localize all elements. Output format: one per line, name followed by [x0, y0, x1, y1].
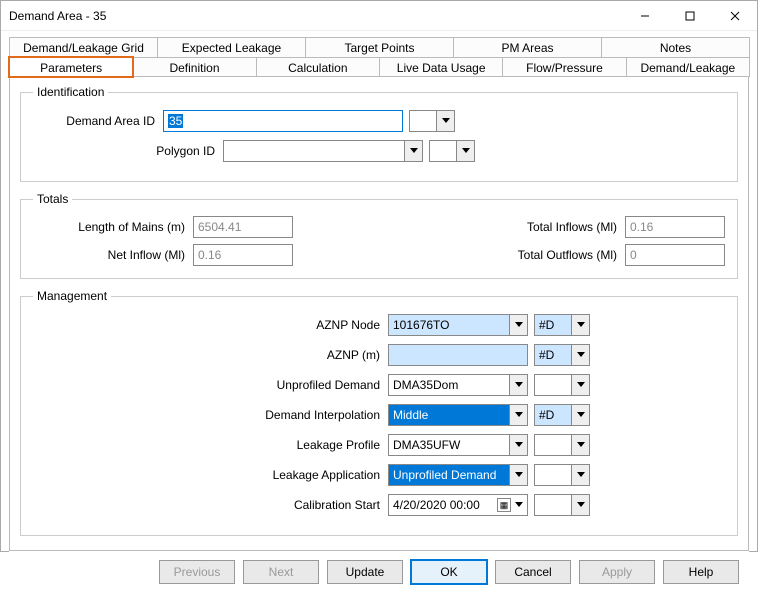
titlebar: Demand Area - 35: [1, 1, 757, 31]
length-mains-label: Length of Mains (m): [33, 220, 193, 234]
tab-expected-leakage[interactable]: Expected Leakage: [157, 37, 306, 57]
tabs-row-2: Parameters Definition Calculation Live D…: [9, 57, 749, 77]
maximize-button[interactable]: [667, 1, 712, 30]
chevron-down-icon: [571, 495, 589, 515]
total-outflows-label: Total Outflows (Ml): [465, 248, 625, 262]
chevron-down-icon: [509, 405, 527, 425]
chevron-down-icon: [509, 435, 527, 455]
tab-definition[interactable]: Definition: [132, 57, 256, 77]
demand-area-id-label: Demand Area ID: [33, 114, 163, 128]
leakage-profile-label: Leakage Profile: [33, 438, 388, 452]
aznp-node-flag-combo[interactable]: #D: [534, 314, 590, 336]
tab-target-points[interactable]: Target Points: [305, 37, 454, 57]
chevron-down-icon: [404, 141, 422, 161]
tab-parameters[interactable]: Parameters: [9, 57, 133, 77]
calendar-icon: ▦: [497, 498, 511, 512]
demand-interp-flag-combo[interactable]: #D: [534, 404, 590, 426]
aznp-node-label: AZNP Node: [33, 318, 388, 332]
window: Demand Area - 35 Demand/Leakage Grid Exp…: [0, 0, 758, 552]
demand-interp-combo[interactable]: Middle: [388, 404, 528, 426]
ok-button[interactable]: OK: [411, 560, 487, 584]
next-button[interactable]: Next: [243, 560, 319, 584]
update-button[interactable]: Update: [327, 560, 403, 584]
help-button[interactable]: Help: [663, 560, 739, 584]
chevron-down-icon: [571, 375, 589, 395]
chevron-down-icon: [509, 465, 527, 485]
tab-live-data-usage[interactable]: Live Data Usage: [379, 57, 503, 77]
chevron-down-icon: [436, 111, 454, 131]
demand-area-id-input[interactable]: 35: [163, 110, 403, 132]
totals-legend: Totals: [33, 192, 72, 206]
chevron-down-icon: [571, 345, 589, 365]
chevron-down-icon: [509, 375, 527, 395]
aznp-m-label: AZNP (m): [33, 348, 388, 362]
aznp-m-input[interactable]: [388, 344, 528, 366]
calib-start-label: Calibration Start: [33, 498, 388, 512]
apply-button[interactable]: Apply: [579, 560, 655, 584]
chevron-down-icon: [571, 315, 589, 335]
demand-interp-label: Demand Interpolation: [33, 408, 388, 422]
demand-area-id-flag-combo[interactable]: [409, 110, 455, 132]
calib-start-date[interactable]: 4/20/2020 00:00 ▦: [388, 494, 528, 516]
leakage-app-label: Leakage Application: [33, 468, 388, 482]
chevron-down-icon: [571, 435, 589, 455]
unprofiled-demand-flag-combo[interactable]: [534, 374, 590, 396]
calib-start-flag-combo[interactable]: [534, 494, 590, 516]
window-title: Demand Area - 35: [9, 9, 622, 23]
previous-button[interactable]: Previous: [159, 560, 235, 584]
management-group: Management AZNP Node 101676TO #D AZNP (m…: [20, 289, 738, 536]
chevron-down-icon: [513, 502, 525, 508]
close-button[interactable]: [712, 1, 757, 30]
tab-demand-leakage[interactable]: Demand/Leakage: [626, 57, 750, 77]
aznp-m-flag-combo[interactable]: #D: [534, 344, 590, 366]
polygon-id-combo[interactable]: [223, 140, 423, 162]
totals-group: Totals Length of Mains (m) Total Inflows…: [20, 192, 738, 279]
footer: Previous Next Update OK Cancel Apply Hel…: [9, 551, 749, 593]
window-buttons: [622, 1, 757, 30]
management-legend: Management: [33, 289, 111, 303]
aznp-node-combo[interactable]: 101676TO: [388, 314, 528, 336]
identification-group: Identification Demand Area ID 35 Polygon…: [20, 85, 738, 182]
tab-demand-leakage-grid[interactable]: Demand/Leakage Grid: [9, 37, 158, 57]
leakage-app-combo[interactable]: Unprofiled Demand: [388, 464, 528, 486]
cancel-button[interactable]: Cancel: [495, 560, 571, 584]
net-inflow-label: Net Inflow (Ml): [33, 248, 193, 262]
chevron-down-icon: [509, 315, 527, 335]
polygon-id-flag-combo[interactable]: [429, 140, 475, 162]
chevron-down-icon: [571, 465, 589, 485]
tab-notes[interactable]: Notes: [601, 37, 750, 57]
tab-pm-areas[interactable]: PM Areas: [453, 37, 602, 57]
length-mains-value: [193, 216, 293, 238]
unprofiled-demand-label: Unprofiled Demand: [33, 378, 388, 392]
chevron-down-icon: [571, 405, 589, 425]
content: Demand/Leakage Grid Expected Leakage Tar…: [1, 31, 757, 597]
net-inflow-value: [193, 244, 293, 266]
leakage-profile-flag-combo[interactable]: [534, 434, 590, 456]
tab-calculation[interactable]: Calculation: [256, 57, 380, 77]
tabs-row-1: Demand/Leakage Grid Expected Leakage Tar…: [9, 37, 749, 57]
minimize-button[interactable]: [622, 1, 667, 30]
leakage-app-flag-combo[interactable]: [534, 464, 590, 486]
leakage-profile-combo[interactable]: DMA35UFW: [388, 434, 528, 456]
total-inflows-label: Total Inflows (Ml): [465, 220, 625, 234]
chevron-down-icon: [456, 141, 474, 161]
identification-legend: Identification: [33, 85, 108, 99]
polygon-id-label: Polygon ID: [33, 144, 223, 158]
total-inflows-value: [625, 216, 725, 238]
unprofiled-demand-combo[interactable]: DMA35Dom: [388, 374, 528, 396]
total-outflows-value: [625, 244, 725, 266]
tab-flow-pressure[interactable]: Flow/Pressure: [502, 57, 626, 77]
tab-body: Identification Demand Area ID 35 Polygon…: [9, 76, 749, 551]
